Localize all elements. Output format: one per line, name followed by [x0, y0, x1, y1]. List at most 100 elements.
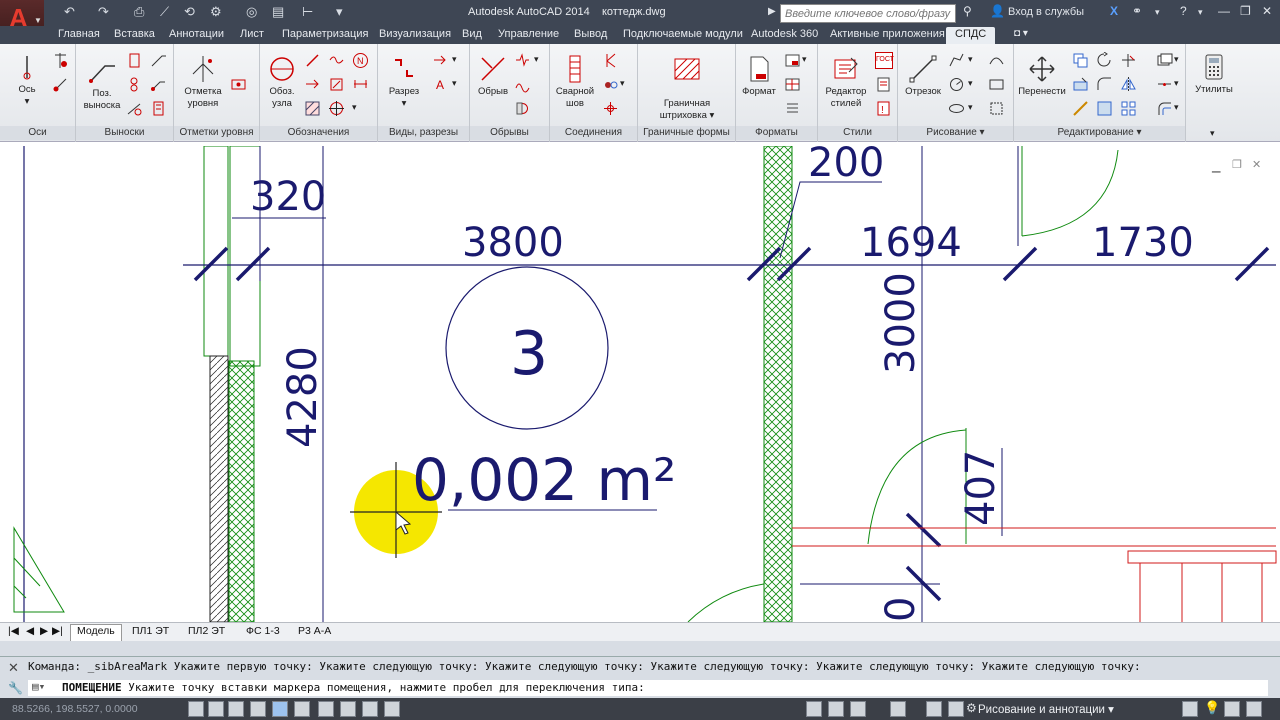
rotate-icon[interactable] [1096, 52, 1113, 69]
prev-tab-icon[interactable]: ◀ [26, 625, 34, 637]
dimension-icon[interactable]: ⊢ [302, 4, 313, 20]
stretch-icon[interactable] [1072, 76, 1089, 93]
format-table-icon[interactable] [784, 52, 801, 69]
globe-icon[interactable]: ◎ [246, 4, 257, 20]
hatch-mark-icon[interactable] [304, 100, 321, 117]
gear-icon[interactable]: ⚙ [966, 701, 977, 715]
joint-k-icon[interactable] [602, 52, 619, 69]
tab-autodesk360[interactable]: Autodesk 360 [751, 28, 818, 40]
network-icon[interactable]: ⚭ [1132, 4, 1142, 18]
gost-style-icon[interactable]: ГОСТ [875, 52, 894, 69]
polar-icon[interactable] [250, 701, 266, 717]
isolate-objects-icon[interactable] [1224, 701, 1240, 717]
chevron-down-icon[interactable]: ▾ [1210, 128, 1227, 145]
infer-constraints-icon[interactable] [188, 701, 204, 717]
array-icon[interactable] [1096, 100, 1113, 117]
fillet-icon[interactable] [1096, 76, 1113, 93]
lightbulb-icon[interactable]: 💡 [1204, 700, 1220, 716]
pencil-line-icon[interactable] [304, 52, 321, 69]
print-icon[interactable]: ⎙ [134, 4, 144, 20]
break-line-icon[interactable] [514, 52, 531, 69]
ribbon-toggle-icon[interactable]: ◘ ▾ [1014, 28, 1028, 39]
viewport-restore-icon[interactable]: ❐ [1232, 158, 1242, 171]
command-input[interactable]: ▤▾ ПОМЕЩЕНИЕ Укажите точку вставки марке… [28, 680, 1268, 696]
offset-icon[interactable] [1156, 100, 1173, 117]
close-icon[interactable]: ✕ [1262, 4, 1272, 18]
level-mark-button[interactable]: Отметка уровня [180, 54, 226, 110]
drawing-canvas[interactable]: 320 3800 200 1694 1730 4280 3000 407 0 3… [0, 146, 1280, 622]
format-button[interactable]: Формат [738, 54, 780, 98]
break-wave-icon[interactable] [514, 76, 531, 93]
explode-icon[interactable] [1156, 76, 1173, 93]
axis-grid-icon[interactable] [52, 52, 69, 69]
break-button[interactable]: Обрыв [474, 54, 512, 98]
scale-icon[interactable] [1072, 100, 1089, 117]
leader-frame-icon[interactable] [150, 100, 167, 117]
quick-view-layouts-icon[interactable] [828, 701, 844, 717]
last-tab-icon[interactable]: ▶| [52, 625, 63, 637]
minimize-icon[interactable]: — [1218, 4, 1230, 18]
boundary-hatch-button[interactable]: Граничная штриховка ▾ [652, 54, 722, 122]
chevron-down-icon[interactable]: ▾ [802, 54, 819, 71]
tab-annotate[interactable]: Аннотации [169, 28, 224, 40]
dyn-input-icon[interactable] [362, 701, 378, 717]
mirror-icon[interactable] [1120, 76, 1137, 93]
gear-icon[interactable]: ⚙ [210, 4, 222, 20]
signin-button[interactable]: Вход в службы [1008, 6, 1084, 18]
wrench-icon[interactable]: 🔧 [8, 681, 23, 695]
tab-insert[interactable]: Вставка [114, 28, 155, 40]
next-tab-icon[interactable]: ▶ [40, 625, 48, 637]
grid-icon[interactable] [208, 701, 224, 717]
tab-view[interactable]: Вид [462, 28, 482, 40]
search-input[interactable] [780, 4, 956, 23]
view-letter-icon[interactable]: A [432, 76, 449, 93]
tab-layout[interactable]: Р3 А-А [298, 625, 331, 637]
weld-button[interactable]: Сварной шов [552, 54, 598, 110]
chevron-down-icon[interactable]: ▾ [534, 54, 551, 71]
chevron-down-icon[interactable]: ▾ [336, 4, 343, 20]
leader-mark-icon[interactable] [126, 52, 143, 69]
redo-icon[interactable]: ↷ [98, 4, 109, 20]
viewport-close-icon[interactable]: ✕ [1252, 158, 1261, 171]
segment-button[interactable]: Отрезок [900, 54, 946, 98]
frame-mark-icon[interactable] [328, 76, 345, 93]
axis-button[interactable]: Ось ▾ [10, 52, 44, 108]
help-icon[interactable]: ? [1180, 4, 1187, 18]
tab-render[interactable]: Визуализация [379, 28, 451, 40]
copy-icon[interactable] [1072, 52, 1089, 69]
osnap-icon[interactable] [272, 701, 288, 717]
dim-mark-icon[interactable] [352, 76, 369, 93]
section-button[interactable]: Разрез ▾ [384, 54, 424, 110]
polyline-icon[interactable] [948, 52, 965, 69]
target-icon[interactable] [328, 100, 345, 117]
panel-label[interactable]: Редактирование ▾ [1014, 126, 1185, 140]
style-doc-icon[interactable] [875, 76, 892, 93]
tab-home[interactable]: Главная [58, 28, 100, 40]
tab-output[interactable]: Вывод [574, 28, 607, 40]
command-splitter[interactable] [0, 641, 1280, 656]
north-icon[interactable]: N [352, 52, 369, 69]
toolbar-lock-icon[interactable] [1182, 701, 1198, 717]
chevron-down-icon[interactable]: ▾ [968, 78, 985, 95]
annotation-scale-icon[interactable] [890, 701, 906, 717]
tab-manage[interactable]: Управление [498, 28, 559, 40]
region-icon[interactable] [988, 100, 1005, 117]
quick-view-drawings-icon[interactable] [850, 701, 866, 717]
chevron-down-icon[interactable]: ▾ [1155, 7, 1160, 18]
ellipse-icon[interactable] [948, 100, 965, 117]
workspace-switcher[interactable]: Рисование и аннотации ▾ [978, 702, 1114, 716]
chevron-down-icon[interactable]: ▾ [968, 102, 985, 119]
break-round-icon[interactable] [514, 100, 531, 117]
node-mark-button[interactable]: Обоз. узла [262, 54, 302, 110]
leader-multi-icon[interactable] [126, 100, 143, 117]
style-warning-icon[interactable]: ! [875, 100, 892, 117]
close-icon[interactable]: ✕ [8, 660, 19, 676]
view-arrow-icon[interactable] [432, 52, 449, 69]
utilities-button[interactable]: Утилиты [1192, 52, 1236, 96]
tab-model[interactable]: Модель [70, 624, 122, 641]
pos-leader-button[interactable]: Поз. выноска [80, 56, 124, 112]
tab-parametric[interactable]: Параметризация [282, 28, 368, 40]
format-stamp-icon[interactable] [784, 76, 801, 93]
auto-scale-icon[interactable] [948, 701, 964, 717]
chevron-down-icon[interactable]: ▾ [352, 102, 369, 119]
